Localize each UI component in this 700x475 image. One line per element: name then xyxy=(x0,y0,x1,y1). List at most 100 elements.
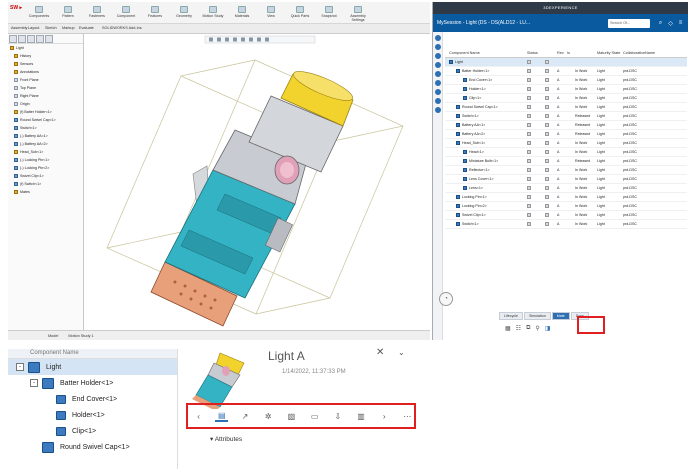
compass-icon[interactable] xyxy=(435,35,441,41)
share-icon[interactable] xyxy=(435,62,441,68)
table-row[interactable]: Switch<1> A In Work Light prd-DSC xyxy=(445,220,687,229)
ribbon-button[interactable]: Fasteners xyxy=(86,6,108,18)
column-header[interactable]: Rev xyxy=(557,51,567,55)
ribbon-button[interactable]: Component xyxy=(115,6,137,18)
ribbon-tab[interactable]: Evaluate xyxy=(79,26,94,30)
tree-item[interactable]: (f) Batter Holder<1> xyxy=(8,108,83,116)
column-header[interactable]: Component Name xyxy=(445,51,527,55)
structure-icon[interactable]: ▦ xyxy=(505,325,511,332)
search-pane-icon[interactable] xyxy=(435,71,441,77)
column-header[interactable]: Is xyxy=(567,51,575,55)
zoom-tree-item[interactable]: - Batter Holder<1> xyxy=(8,375,177,391)
ribbon-button[interactable]: Assembly Settings xyxy=(347,6,369,22)
close-icon[interactable]: ✕ xyxy=(376,347,384,358)
tree-item[interactable]: Light xyxy=(8,44,83,52)
ribbon-tab[interactable]: Markup xyxy=(62,26,75,30)
table-row[interactable]: Battery AA<2> A Released Light prd-DSC xyxy=(445,130,687,139)
table-row[interactable]: Holder<1> A In Work Light prd-DSC xyxy=(445,85,687,94)
zoom-tree-item[interactable]: - Light xyxy=(8,359,177,375)
feature-manager-icon[interactable] xyxy=(9,35,17,43)
home-icon[interactable] xyxy=(435,44,441,50)
model-tab[interactable]: Model xyxy=(48,334,58,338)
search-icon[interactable]: ⌕ xyxy=(657,20,664,27)
tree-item[interactable]: Front Plane xyxy=(8,76,83,84)
ribbon-button[interactable]: Snapshot xyxy=(318,6,340,18)
ribbon-button[interactable]: View xyxy=(260,6,282,18)
config-manager-icon[interactable] xyxy=(27,35,35,43)
lock-icon[interactable]: ⚲ xyxy=(535,325,539,332)
pane-tab[interactable]: Simulation xyxy=(523,312,551,320)
ribbon-button[interactable]: Components xyxy=(28,6,50,18)
ribbon-tab[interactable]: Sketch xyxy=(45,26,57,30)
tree-item[interactable]: Head_Sub<1> xyxy=(8,148,83,156)
tree-item[interactable]: (-) Battery AA<1> xyxy=(8,132,83,140)
ribbon-button[interactable]: Features xyxy=(144,6,166,18)
table-row[interactable]: Batter Holder<1> A In Work Light prd-DSC xyxy=(445,67,687,76)
ribbon-button[interactable]: Geometry xyxy=(173,6,195,18)
tree-item[interactable]: (-) Battery AA<2> xyxy=(8,140,83,148)
table-row[interactable]: Round Swivel Cap<1> A In Work Light prd-DSC xyxy=(445,103,687,112)
table-row[interactable]: Head<1> A In Work Light prd-DSC xyxy=(445,148,687,157)
expand-toggle-icon[interactable]: - xyxy=(30,379,38,387)
table-row[interactable]: Locking Pin<2> A In Work Light prd-DSC xyxy=(445,202,687,211)
search-input[interactable]: Search Of... xyxy=(608,18,650,28)
heads-up-toolbar[interactable] xyxy=(204,35,316,44)
zoom-tree-item[interactable]: End Cover<1> xyxy=(8,391,177,407)
tree-item[interactable]: Right Plane xyxy=(8,92,83,100)
flashlight-model[interactable] xyxy=(85,34,430,330)
help-icon[interactable] xyxy=(435,107,441,113)
property-manager-icon[interactable] xyxy=(18,35,26,43)
tree-item[interactable]: Annotations xyxy=(8,68,83,76)
column-header[interactable]: Name xyxy=(645,51,655,55)
tag-icon[interactable]: ◇ xyxy=(667,20,674,27)
table-row[interactable]: Switch<1> A Released Light prd-DSC xyxy=(445,112,687,121)
tree-item[interactable]: Origin xyxy=(8,100,83,108)
table-row[interactable]: End Cover<1> A In Work Light prd-DSC xyxy=(445,76,687,85)
apps-icon[interactable] xyxy=(435,53,441,59)
tree-item[interactable]: Switch<1> xyxy=(8,124,83,132)
notify-icon[interactable] xyxy=(435,80,441,86)
ribbon-tab[interactable]: SOLIDWORKS Add-Ins xyxy=(102,26,142,30)
chevron-down-icon[interactable]: ⌄ xyxy=(398,348,405,357)
pane-tab[interactable]: Lifecycle xyxy=(499,312,523,320)
expand-toggle-icon[interactable]: - xyxy=(16,363,24,371)
table-row[interactable]: Head_Sub<1> A In Work Light prd-DSC xyxy=(445,139,687,148)
table-row[interactable]: Swivel Clip<1> A In Work Light prd-DSC xyxy=(445,211,687,220)
tree-item[interactable]: (f) Switch<1> xyxy=(8,180,83,188)
tree-item[interactable]: Mates xyxy=(8,188,83,196)
tree-icon[interactable]: ⧉ xyxy=(526,325,530,332)
ribbon-button[interactable]: Motion Study xyxy=(202,6,224,18)
menu-icon[interactable]: ≡ xyxy=(677,20,684,27)
column-header[interactable]: Collaborative xyxy=(623,51,645,55)
cad-family-icon[interactable]: ◔ xyxy=(439,292,453,306)
table-row[interactable]: Reflector<1> A In Work Light prd-DSC xyxy=(445,166,687,175)
tree-item[interactable]: Sensors xyxy=(8,60,83,68)
table-row[interactable]: Battery AA<1> A Released Light prd-DSC xyxy=(445,121,687,130)
display-manager-icon[interactable] xyxy=(45,35,53,43)
people-icon[interactable] xyxy=(435,89,441,95)
tree-item[interactable]: (-) Locking Pin<1> xyxy=(8,156,83,164)
tree-item[interactable]: (-) Locking Pin<2> xyxy=(8,164,83,172)
table-row[interactable]: Clip<1> A In Work Light prd-DSC xyxy=(445,94,687,103)
table-row[interactable]: Miniature Bulb<1> A Released Light prd-DSC xyxy=(445,157,687,166)
pane-tab[interactable]: Mate xyxy=(551,312,570,320)
ribbon-button[interactable]: Quick Parts xyxy=(289,6,311,18)
ribbon-tab[interactable]: Layout xyxy=(28,26,39,30)
model-tab[interactable]: Motion Study 1 xyxy=(68,334,93,338)
ribbon-button[interactable]: Pattern xyxy=(57,6,79,18)
panel-toggle-icon[interactable]: ◨ xyxy=(545,325,551,332)
tree-item[interactable]: Round Swivel Cap<1> xyxy=(8,116,83,124)
ribbon-tab[interactable]: Assembly xyxy=(11,26,27,30)
table-row[interactable]: Light xyxy=(445,58,687,67)
table-row[interactable]: Lens Cover<1> A In Work Light prd-DSC xyxy=(445,175,687,184)
tree-item[interactable]: Top Plane xyxy=(8,84,83,92)
ribbon-button[interactable]: Materials xyxy=(231,6,253,18)
tree-item[interactable]: Swivel Clip<1> xyxy=(8,172,83,180)
table-row[interactable]: Locking Pin<1> A In Work Light prd-DSC xyxy=(445,193,687,202)
tree-item[interactable]: History xyxy=(8,52,83,60)
zoom-tree-item[interactable]: Holder<1> xyxy=(8,407,177,423)
table-row[interactable]: Lens<1> A In Work Light prd-DSC xyxy=(445,184,687,193)
graphics-viewport[interactable] xyxy=(85,34,430,330)
list-icon[interactable]: ☷ xyxy=(516,325,521,332)
column-header[interactable]: Maturity State xyxy=(597,51,623,55)
